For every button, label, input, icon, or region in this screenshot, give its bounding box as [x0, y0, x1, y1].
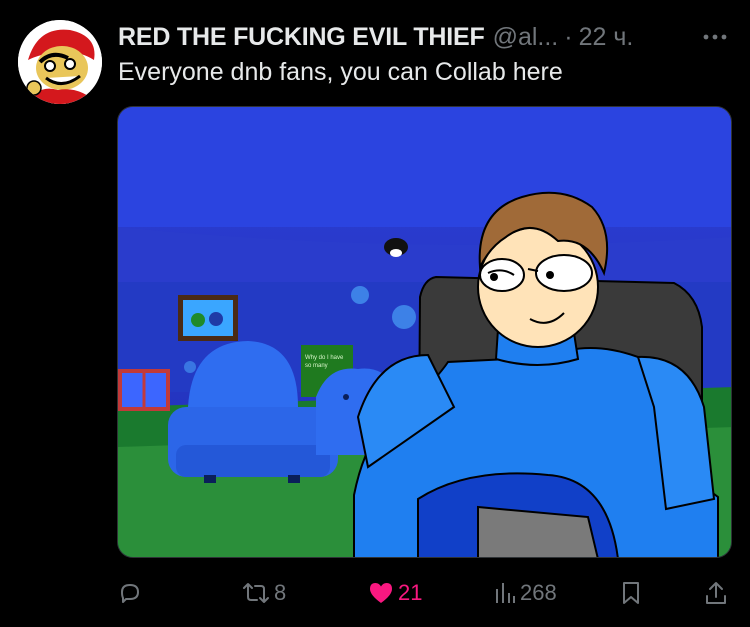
views-icon: [496, 583, 515, 603]
share-icon: [706, 582, 726, 604]
reply-icon: [121, 584, 139, 603]
separator-dot: ·: [564, 22, 573, 51]
more-button[interactable]: [698, 24, 732, 50]
share-button[interactable]: [704, 572, 728, 614]
tweet-actions: 8 21 268: [0, 572, 750, 614]
bookmark-icon: [623, 582, 639, 604]
bookmark-button[interactable]: [620, 572, 642, 614]
retweet-count: 8: [274, 580, 287, 605]
heart-icon: [370, 583, 392, 603]
avatar[interactable]: [18, 20, 102, 104]
retweet-icon: [243, 583, 269, 603]
avatar-image: [18, 20, 102, 104]
tweet-header: RED THE FUCKING EVIL THIEF @al... · 22 ч…: [118, 22, 732, 52]
like-count: 21: [398, 580, 423, 605]
like-button[interactable]: 21: [368, 572, 422, 614]
poster-text: Why do I have: [305, 355, 344, 361]
views-count: 268: [520, 580, 557, 605]
media-image: Why do I have so many: [118, 107, 731, 557]
reply-button[interactable]: [118, 572, 146, 614]
tweet-text: Everyone dnb fans, you can Collab here: [118, 58, 563, 86]
tweet-media[interactable]: Why do I have so many: [117, 106, 732, 558]
author-name[interactable]: RED THE FUCKING EVIL THIEF: [118, 23, 485, 52]
author-handle[interactable]: @al...: [493, 23, 559, 52]
svg-text:so many: so many: [305, 363, 328, 369]
tweet-time[interactable]: 22 ч.: [579, 23, 634, 52]
more-icon: [703, 34, 727, 40]
views-button[interactable]: 268: [494, 572, 557, 614]
retweet-button[interactable]: 8: [242, 572, 286, 614]
